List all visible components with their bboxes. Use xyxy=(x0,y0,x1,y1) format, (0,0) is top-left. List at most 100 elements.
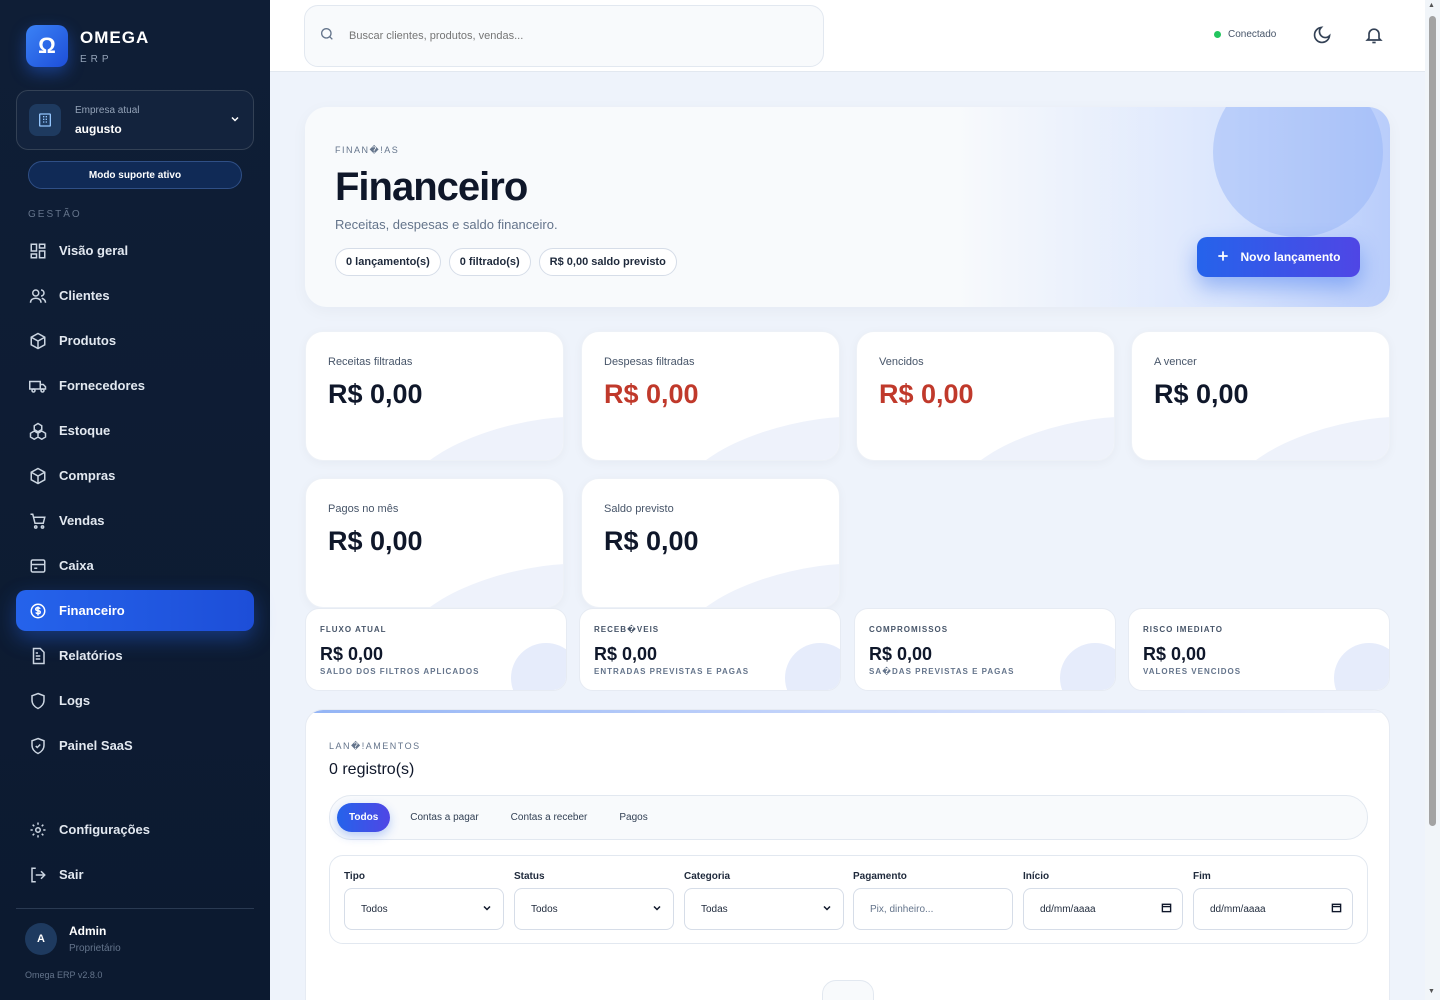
shield-check-icon xyxy=(28,736,48,756)
filter-label: Categoria xyxy=(684,871,731,882)
sidebar-item-logs[interactable]: Logs xyxy=(16,680,254,721)
logout-icon xyxy=(28,865,48,885)
support-mode-badge[interactable]: Modo suporte ativo xyxy=(28,161,242,189)
company-selector[interactable]: Empresa atual augusto xyxy=(16,90,254,150)
user-profile[interactable]: A Admin Proprietário xyxy=(25,923,121,955)
sidebar-item-painel-saas[interactable]: Painel SaaS xyxy=(16,725,254,766)
sidebar-bottom-nav: Configurações Sair xyxy=(16,809,254,899)
page-eyebrow: FINAN�!AS xyxy=(335,145,400,155)
mini-label: RISCO IMEDIATO xyxy=(1143,625,1223,634)
new-entry-button[interactable]: Novo lançamento xyxy=(1197,237,1360,277)
filter-inicio: Início dd/mm/aaaa xyxy=(1023,871,1183,930)
categoria-select[interactable]: Todas xyxy=(684,888,844,930)
sidebar-divider xyxy=(16,908,254,909)
sidebar-item-label: Estoque xyxy=(59,423,111,438)
filter-label: Tipo xyxy=(344,871,365,882)
sidebar-item-relatorios[interactable]: Relatórios xyxy=(16,635,254,676)
sidebar-item-label: Sair xyxy=(59,867,84,882)
search-icon xyxy=(319,26,335,47)
brand[interactable]: Ω OMEGA ERP xyxy=(26,25,149,67)
search-box[interactable] xyxy=(304,5,824,67)
mini-desc: ENTRADAS PREVISTAS E PAGAS xyxy=(594,667,750,676)
mini-card-fluxo-atual: FLUXO ATUAL R$ 0,00 SALDO DOS FILTROS AP… xyxy=(305,608,567,691)
scroll-up-icon[interactable]: ▲ xyxy=(1428,2,1435,9)
mini-card-risco-imediato: RISCO IMEDIATO R$ 0,00 VALORES VENCIDOS xyxy=(1128,608,1390,691)
sidebar-item-sair[interactable]: Sair xyxy=(16,854,254,895)
mini-desc: VALORES VENCIDOS xyxy=(1143,667,1242,676)
card-decoration xyxy=(664,551,839,607)
mini-card-compromissos: COMPROMISSOS R$ 0,00 SA�DAS PREVISTAS E … xyxy=(854,608,1116,691)
sidebar-item-vendas[interactable]: Vendas xyxy=(16,500,254,541)
stat-card-saldo-previsto: Saldo previsto R$ 0,00 xyxy=(581,478,840,608)
gear-icon xyxy=(28,820,48,840)
report-icon xyxy=(28,646,48,666)
sidebar-item-clientes[interactable]: Clientes xyxy=(16,275,254,316)
page-scrollbar[interactable]: ▲ ▼ xyxy=(1425,0,1440,1000)
card-decoration xyxy=(511,643,566,690)
tab-contas-a-pagar[interactable]: Contas a pagar xyxy=(398,803,490,832)
mini-label: FLUXO ATUAL xyxy=(320,625,387,634)
tab-pagos[interactable]: Pagos xyxy=(607,803,659,832)
chevron-down-icon xyxy=(821,902,833,917)
stat-label: A vencer xyxy=(1154,356,1197,368)
sidebar-item-label: Logs xyxy=(59,693,91,708)
sidebar-item-fornecedores[interactable]: Fornecedores xyxy=(16,365,254,406)
sidebar-item-visao-geral[interactable]: Visão geral xyxy=(16,230,254,271)
sidebar-item-label: Produtos xyxy=(59,333,117,348)
company-label: Empresa atual xyxy=(75,104,140,116)
filter-categoria: Categoria Todas xyxy=(684,871,844,930)
tipo-select[interactable]: Todos xyxy=(344,888,504,930)
scroll-down-icon[interactable]: ▼ xyxy=(1428,988,1435,995)
sidebar-item-compras[interactable]: Compras xyxy=(16,455,254,496)
pagamento-input[interactable]: Pix, dinheiro... xyxy=(853,888,1013,930)
bell-icon[interactable] xyxy=(1364,25,1384,50)
sidebar-item-label: Painel SaaS xyxy=(59,738,133,753)
sidebar-item-label: Financeiro xyxy=(59,603,125,618)
dollar-circle-icon xyxy=(28,601,48,621)
tab-contas-a-receber[interactable]: Contas a receber xyxy=(499,803,600,832)
filter-label: Fim xyxy=(1193,871,1211,882)
date-value: dd/mm/aaaa xyxy=(1040,903,1096,915)
stat-card-pagos-mes: Pagos no mês R$ 0,00 xyxy=(305,478,564,608)
user-name: Admin xyxy=(69,924,107,938)
stat-card-vencidos: Vencidos R$ 0,00 xyxy=(856,331,1115,461)
sidebar: Ω OMEGA ERP Empresa atual augusto Modo s… xyxy=(0,0,270,1000)
date-value: dd/mm/aaaa xyxy=(1210,903,1266,915)
calendar-icon[interactable] xyxy=(1331,902,1342,916)
sidebar-item-financeiro[interactable]: Financeiro xyxy=(16,590,254,631)
panel-accent-bar xyxy=(306,710,1389,713)
filter-status: Status Todos xyxy=(514,871,674,930)
inicio-date-input[interactable]: dd/mm/aaaa xyxy=(1023,888,1183,930)
fim-date-input[interactable]: dd/mm/aaaa xyxy=(1193,888,1353,930)
chevron-down-icon xyxy=(229,113,241,128)
status-text: Conectado xyxy=(1228,29,1277,40)
filter-tipo: Tipo Todos xyxy=(344,871,504,930)
search-input[interactable] xyxy=(349,30,769,42)
sidebar-item-label: Visão geral xyxy=(59,243,129,258)
stat-value: R$ 0,00 xyxy=(1154,379,1249,409)
new-entry-label: Novo lançamento xyxy=(1240,250,1341,264)
stat-label: Pagos no mês xyxy=(328,503,399,515)
select-value: Todos xyxy=(531,903,558,915)
sidebar-item-estoque[interactable]: Estoque xyxy=(16,410,254,451)
sidebar-item-configuracoes[interactable]: Configurações xyxy=(16,809,254,850)
empty-state-icon xyxy=(822,980,874,1000)
sidebar-item-produtos[interactable]: Produtos xyxy=(16,320,254,361)
stat-value: R$ 0,00 xyxy=(604,526,699,556)
status-select[interactable]: Todos xyxy=(514,888,674,930)
brand-sub: ERP xyxy=(80,53,113,65)
boxes-icon xyxy=(28,421,48,441)
card-decoration xyxy=(1334,643,1389,690)
summary-chips: 0 lançamento(s) 0 filtrado(s) R$ 0,00 sa… xyxy=(335,248,677,276)
page-subtitle: Receitas, despesas e saldo financeiro. xyxy=(335,217,558,232)
calendar-icon[interactable] xyxy=(1161,902,1172,916)
mini-desc: SALDO DOS FILTROS APLICADOS xyxy=(320,667,480,676)
filter-fim: Fim dd/mm/aaaa xyxy=(1193,871,1353,930)
scroll-thumb[interactable] xyxy=(1429,16,1436,826)
tab-todos[interactable]: Todos xyxy=(337,803,391,832)
sidebar-item-caixa[interactable]: Caixa xyxy=(16,545,254,586)
card-decoration xyxy=(785,643,840,690)
app-version: Omega ERP v2.8.0 xyxy=(25,970,103,980)
sidebar-item-label: Compras xyxy=(59,468,116,483)
moon-icon[interactable] xyxy=(1312,25,1332,50)
